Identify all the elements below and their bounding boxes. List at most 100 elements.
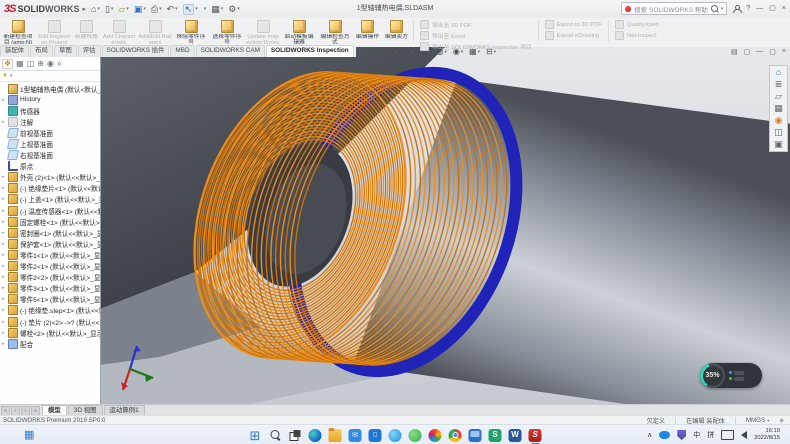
units-selector[interactable]: MMGS▾ <box>746 417 770 424</box>
tree-item[interactable]: ▸ 注解 <box>0 116 100 127</box>
ribbon-button[interactable]: 新建规格 <box>72 18 101 44</box>
command-tab[interactable]: 评估 <box>78 45 101 57</box>
chrome-icon[interactable] <box>449 429 462 442</box>
tree-item[interactable]: ▸ (-) 温度传感器<1> (默认<<默认>_ <box>0 205 100 216</box>
tree-item[interactable]: ▸ History <box>0 94 100 105</box>
edge-icon[interactable] <box>309 429 322 442</box>
file-explorer-icon[interactable] <box>329 429 342 442</box>
green-browser-icon[interactable] <box>409 429 422 442</box>
design-library-icon[interactable]: ≣ <box>775 80 783 89</box>
doc-minimize-icon[interactable]: — <box>756 48 763 56</box>
save-icon[interactable]: ▣▾ <box>134 5 146 14</box>
ime-mode-indicator[interactable]: 拼 <box>707 432 714 439</box>
featuremanager-tab-icon[interactable]: ❖ <box>2 59 13 69</box>
file-explorer-pane-icon[interactable]: ▱ <box>775 92 782 101</box>
ribbon-button[interactable]: Add/Edit Balloons <box>137 18 173 44</box>
clock[interactable]: 16:10 2022/8/15 <box>754 428 780 442</box>
s-app-icon[interactable]: S <box>489 429 502 442</box>
tree-item[interactable]: ▸ (-) 绝缘垫.step<1> (默认<<默认 <box>0 305 100 316</box>
open-icon[interactable]: ▱▾ <box>118 5 128 14</box>
taskpane-home-icon[interactable]: ⌂ <box>776 68 781 77</box>
doc-restore-icon[interactable]: ▢ <box>769 48 776 56</box>
status-tag-icon[interactable]: ◈ <box>779 417 784 424</box>
tree-item[interactable]: ▸ 螺栓<2> (默认<<默认>_显示状态 <box>0 327 100 338</box>
tree-item[interactable]: ▸ 保护套<1> (默认<<默认>_显示状 <box>0 238 100 249</box>
tree-item[interactable]: ▸ 外壳 (2)<1> (默认<<默认>_显示状 <box>0 172 100 183</box>
custom-properties-icon[interactable]: ◫ <box>774 128 783 137</box>
export-menu-item[interactable]: Net-Inspect <box>615 31 659 40</box>
volume-tray-icon[interactable] <box>741 431 747 439</box>
command-tab[interactable]: SOLIDWORKS Inspection <box>266 45 354 57</box>
command-tab[interactable]: SOLIDWORKS 插件 <box>102 45 170 57</box>
zoom-fit-icon[interactable]: ⊕▾ <box>387 48 397 56</box>
widget-row-2[interactable] <box>729 377 744 381</box>
export-menu-item[interactable]: 导出至 SOLIDWORKS Inspection 项目 <box>420 42 532 51</box>
mail-icon[interactable]: ✉ <box>349 429 362 442</box>
tree-item[interactable]: ▸ 固定螺栓<1> (默认<<默认>_显示 <box>0 216 100 227</box>
ribbon-button[interactable]: Add Characteristic <box>101 18 137 44</box>
tree-item[interactable]: 传感器 <box>0 105 100 116</box>
zoom-indicator-widget[interactable]: 35% <box>700 363 762 388</box>
widget-row-1[interactable] <box>729 371 744 375</box>
select-arrow-icon[interactable]: ↖▾ <box>183 4 198 15</box>
onedrive-tray-icon[interactable] <box>659 431 670 439</box>
tree-item[interactable]: ▸ 零件1<1> (默认<<默认>_显示状态 <box>0 249 100 260</box>
tree-item[interactable]: 原点 <box>0 161 100 172</box>
search-icon[interactable] <box>711 5 718 12</box>
tray-expand-icon[interactable]: ∧ <box>647 432 652 439</box>
dimxpert-tab-icon[interactable]: ⊕ <box>37 60 44 68</box>
tree-filter-bar[interactable]: ▼ ▾ <box>0 71 100 82</box>
command-tab[interactable]: 草图 <box>54 45 77 57</box>
propertymanager-tab-icon[interactable]: ▦ <box>16 60 24 68</box>
command-tab[interactable]: MBD <box>170 45 194 57</box>
help-button[interactable]: ? <box>746 5 750 12</box>
tree-item[interactable]: 上视基准面 <box>0 138 100 149</box>
doc-tile-icon[interactable]: ▤ <box>731 48 738 56</box>
media-player-icon[interactable] <box>429 429 442 442</box>
login-button[interactable] <box>733 5 740 13</box>
ribbon-button[interactable]: 启动模板编辑器 <box>281 18 317 44</box>
command-tab[interactable]: SOLIDWORKS CAM <box>196 45 265 57</box>
export-menu-item[interactable]: 导出至 Excel <box>420 31 532 40</box>
new-document-icon[interactable]: ▯▾ <box>105 5 113 14</box>
view-palette-icon[interactable]: ▦ <box>774 104 783 113</box>
tree-item[interactable]: ▸ 零件2<2> (默认<<默认>_显示状态 <box>0 272 100 283</box>
ribbon-button[interactable]: 编辑操作 <box>353 18 382 44</box>
store-icon[interactable]: ◻ <box>369 429 382 442</box>
tree-item[interactable]: ▸ (-) 绝缘垫片<1> (默认<<默认>_显 <box>0 183 100 194</box>
command-tab[interactable]: 布局 <box>30 45 53 57</box>
settings-gear-icon[interactable]: ⚙▾ <box>228 5 240 14</box>
task-view-button[interactable] <box>289 429 302 442</box>
appearances-icon[interactable]: ◉ <box>775 116 783 125</box>
search-button[interactable] <box>269 429 282 442</box>
filter-dropdown-icon[interactable]: ▾ <box>10 73 13 79</box>
tree-item[interactable]: ▸ 零件5<1> (默认<<默认>_显示状态 <box>0 294 100 305</box>
search-input[interactable]: 搜索 SOLIDWORKS 帮助 ▾ <box>621 2 727 15</box>
export-menu-item[interactable]: Export eDrawing <box>545 31 602 40</box>
displaymanager-tab-icon[interactable]: ◉ <box>47 60 54 68</box>
command-tab[interactable]: 装配体 <box>0 45 29 57</box>
tree-item[interactable]: ▸ 密封圈<1> (默认<<默认>_显示状 <box>0 227 100 238</box>
tab-overflow-icon[interactable]: » <box>57 60 61 68</box>
graphics-viewport[interactable]: ⊕▾ ◫▾ ◪▾ ◍▾ ◉▾ ▦▾ ⊟▾ <box>100 47 790 404</box>
configurationmanager-tab-icon[interactable]: ◫ <box>27 60 35 68</box>
ribbon-button[interactable]: 编辑检查方式 <box>317 18 353 44</box>
security-tray-icon[interactable] <box>677 430 686 440</box>
export-menu-item[interactable]: QualityXpert <box>615 20 659 29</box>
ribbon-button[interactable]: 选择零件序号 <box>209 18 245 44</box>
doc-cascade-icon[interactable]: ▢ <box>744 48 751 56</box>
print-icon[interactable]: ⎙▾ <box>151 5 162 14</box>
ribbon-button[interactable]: 新建检查项目 (amp;N) <box>0 18 36 44</box>
tree-item[interactable]: ▸ (-) 上盖<1> (默认<<默认>_显示状 <box>0 194 100 205</box>
tree-item[interactable]: ▸ 零件3<1> (默认<<默认>_显示状态 <box>0 283 100 294</box>
tree-item[interactable]: ▸ 零件2<1> (默认<<默认>_显示状态 <box>0 261 100 272</box>
ribbon-button[interactable]: Edit Inspection Project <box>36 18 72 44</box>
minimize-button[interactable]: — <box>756 5 763 12</box>
tree-item[interactable]: ▸ (-) 垫片 (2)<2> ->? (默认<<默认 <box>0 316 100 327</box>
export-menu-item[interactable]: Export to 3D PDF <box>545 20 602 29</box>
ime-lang-indicator[interactable]: 中 <box>693 432 700 439</box>
doc-close-icon[interactable]: × <box>782 48 786 56</box>
toolbar-flyout-icon[interactable]: ▸ <box>82 5 86 13</box>
cloud-app-icon[interactable] <box>389 429 402 442</box>
widgets-button[interactable]: ▦ <box>24 430 34 441</box>
